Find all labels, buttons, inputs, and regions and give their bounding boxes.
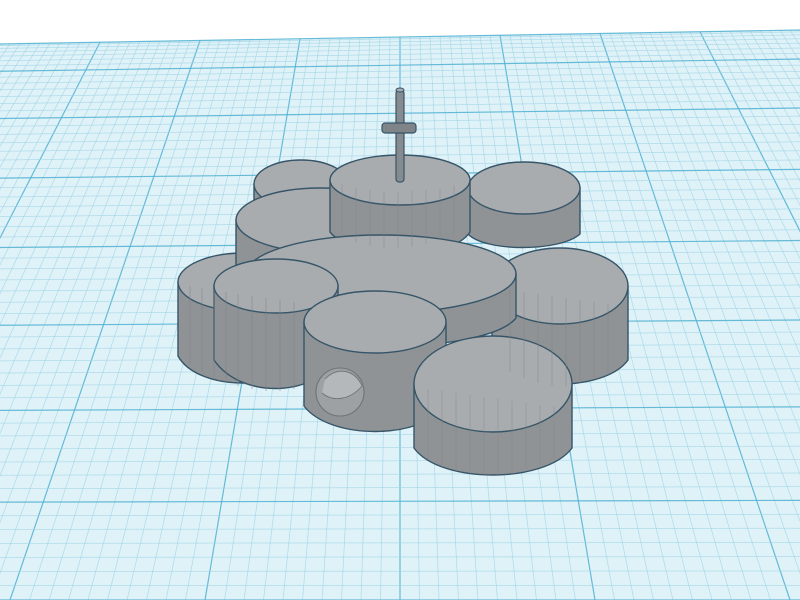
cylinder-front-right[interactable]: [413, 335, 573, 476]
3d-viewport[interactable]: [0, 0, 800, 600]
cylinder-back-right[interactable]: [467, 161, 581, 249]
workplane-canvas[interactable]: [0, 0, 800, 600]
minor-grid-line: [0, 570, 800, 572]
